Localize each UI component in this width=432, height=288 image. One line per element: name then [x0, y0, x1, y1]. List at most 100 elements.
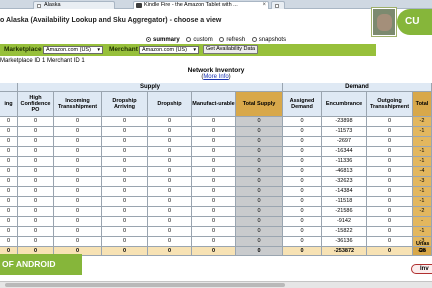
table-cell: 0 — [148, 227, 192, 237]
page-title: o Alaska (Availability Lookup and Sku Ag… — [0, 17, 222, 24]
table-cell: 0 — [283, 207, 322, 217]
table-cell: 0 — [148, 207, 192, 217]
table-cell: 0 — [367, 127, 413, 137]
table-cell: 0 — [54, 127, 102, 137]
table-cell: 0 — [54, 137, 102, 147]
table-cell: 0 — [236, 167, 283, 177]
table-cell: -11573 — [322, 127, 367, 137]
table-cell: 0 — [54, 157, 102, 167]
side-note: Unas De — [416, 241, 430, 254]
total-cell: 0 — [148, 247, 192, 256]
table-cell: 0 — [102, 217, 148, 227]
marketplace-select[interactable]: Amazon.com (US) ▼ — [43, 46, 103, 54]
table-row: 0 0 0 0 0 0 0 0 -14384 0 -1 — [0, 187, 432, 197]
table-row: 0 0 0 0 0 0 0 0 -11518 0 -1 — [0, 197, 432, 207]
table-cell: 0 — [283, 197, 322, 207]
table-cell: 0 — [54, 227, 102, 237]
table-cell: 0 — [0, 137, 18, 147]
table-cell: 0 — [0, 227, 18, 237]
table-cell: 0 — [18, 147, 54, 157]
chevron-down-icon: ▼ — [192, 47, 197, 52]
table-cell: 0 — [0, 207, 18, 217]
view-option-custom[interactable]: custom — [186, 37, 213, 43]
group-header-cell: Supply — [18, 83, 283, 92]
column-header: Total Supply — [236, 92, 283, 117]
table-cell: 0 — [0, 187, 18, 197]
group-header-cell: Demand — [283, 83, 432, 92]
table-cell: 0 — [367, 217, 413, 227]
table-cell: 0 — [148, 127, 192, 137]
table-cell: 0 — [148, 177, 192, 187]
table-cell: 0 — [283, 237, 322, 247]
column-header: High Confidence PO — [18, 92, 54, 117]
tab-alaska[interactable]: Alaska — [33, 1, 115, 9]
table-cell: - — [413, 217, 432, 227]
merchant-select[interactable]: Amazon.com (US) ▼ — [139, 46, 199, 54]
view-option-summary[interactable]: summary — [146, 37, 180, 43]
table-cell: 0 — [18, 157, 54, 167]
merchant-label: Merchant — [109, 46, 138, 53]
tab-new[interactable] — [271, 1, 285, 9]
table-cell: 0 — [236, 157, 283, 167]
table-cell: 0 — [236, 207, 283, 217]
total-cell: 0 — [283, 247, 322, 256]
table-cell: -11336 — [322, 157, 367, 167]
table-cell: 0 — [236, 137, 283, 147]
more-info: (More Info) — [201, 74, 231, 80]
marketplace-label: Marketplace — [4, 46, 42, 53]
get-availability-button[interactable]: Get Availability Data — [203, 45, 259, 54]
brand-badge[interactable]: CU — [397, 9, 432, 35]
table-cell: 0 — [102, 237, 148, 247]
table-cell: -36136 — [322, 237, 367, 247]
android-banner[interactable]: OF ANDROID — [0, 254, 82, 275]
total-cell: 0 — [236, 247, 283, 256]
page-icon — [275, 3, 279, 8]
table-cell: 0 — [102, 187, 148, 197]
table-cell: -1 — [413, 227, 432, 237]
table-cell: 0 — [192, 217, 236, 227]
table-cell: -9142 — [322, 217, 367, 227]
table-row: 0 0 0 0 0 0 0 0 -11336 0 -1 — [0, 157, 432, 167]
table-cell: -16344 — [322, 147, 367, 157]
radio-icon[interactable] — [219, 37, 225, 42]
table-cell: 0 — [148, 217, 192, 227]
table-cell: 0 — [18, 177, 54, 187]
inventory-button[interactable]: Inv — [411, 264, 432, 274]
table-cell: -1 — [413, 147, 432, 157]
horizontal-scrollbar[interactable] — [0, 281, 432, 288]
table-cell: 0 — [54, 177, 102, 187]
total-cell: -253872 — [322, 247, 367, 256]
radio-icon[interactable] — [251, 37, 257, 42]
table-cell: 0 — [367, 207, 413, 217]
table-row: 0 0 0 0 0 0 0 0 -36136 0 -3 — [0, 237, 432, 247]
table-cell: 0 — [192, 157, 236, 167]
scrollbar-thumb[interactable] — [5, 283, 285, 287]
table-cell: 0 — [18, 227, 54, 237]
table-cell: 0 — [0, 167, 18, 177]
table-cell: 0 — [18, 207, 54, 217]
table-row: 0 0 0 0 0 0 0 0 -15822 0 -1 — [0, 227, 432, 237]
table-cell: 0 — [192, 167, 236, 177]
table-cell: 0 — [0, 157, 18, 167]
close-icon[interactable]: × — [262, 2, 266, 9]
table-cell: -2697 — [322, 137, 367, 147]
table-cell: 0 — [18, 127, 54, 137]
table-cell: 0 — [192, 117, 236, 127]
more-info-link[interactable]: More Info — [203, 74, 228, 80]
table-cell: 0 — [192, 207, 236, 217]
radio-icon[interactable] — [186, 37, 192, 42]
view-option-refresh[interactable]: refresh — [219, 37, 245, 43]
filter-bar: Marketplace Amazon.com (US) ▼ Merchant A… — [0, 44, 376, 56]
radio-selected-icon[interactable] — [146, 37, 151, 42]
view-option-snapshots[interactable]: snapshots — [251, 37, 286, 43]
tab-kindle-fire[interactable]: Kindle Fire - the Amazon Tablet with ...… — [133, 1, 269, 9]
table-cell: 0 — [367, 197, 413, 207]
table-cell: 0 — [18, 187, 54, 197]
table-cell: 0 — [102, 197, 148, 207]
table-cell: 0 — [102, 127, 148, 137]
table-cell: 0 — [283, 177, 322, 187]
table-cell: 0 — [18, 217, 54, 227]
table-row: 0 0 0 0 0 0 0 0 -32623 0 -3 — [0, 177, 432, 187]
table-cell: 0 — [102, 227, 148, 237]
table-cell: 0 — [148, 197, 192, 207]
